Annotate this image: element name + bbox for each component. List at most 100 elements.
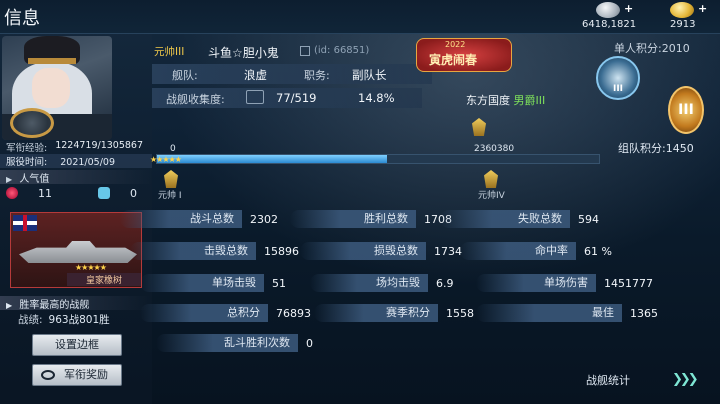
event-banner[interactable]: 2022 寅虎闹春 — [416, 38, 512, 72]
stat-value: 61 % — [584, 244, 612, 258]
stat-label: 命中率 — [460, 242, 576, 260]
chevron-right-icon[interactable]: ❯❯❯ — [672, 372, 699, 387]
rank-exp-value: 1224719/1305867 — [55, 140, 144, 151]
rank-right-label: 元帅IV — [478, 191, 505, 201]
page-title: 信息 — [4, 8, 40, 29]
best-ship-label: 胜率最高的战舰 — [19, 300, 90, 311]
service-date-label: 服役时间: — [6, 157, 48, 168]
rank-reward-button[interactable]: 军衔奖励 — [32, 364, 122, 386]
noble-title: 男爵III — [513, 94, 546, 107]
gold-coin-icon — [670, 2, 694, 18]
rank-progress-fill — [157, 155, 387, 163]
stat-value: 76893 — [276, 306, 311, 320]
stat-item: 命中率 61 % — [460, 242, 612, 260]
stat-item: 击毁总数 15896 — [130, 242, 299, 260]
collection-value: 77/519 — [276, 91, 317, 105]
stat-value: 1365 — [630, 306, 658, 320]
collection-percent: 14.8% — [358, 91, 395, 105]
team-score: 组队积分:1450 — [618, 142, 694, 155]
personal-score: 单人积分:2010 — [614, 42, 690, 55]
stat-label: 单场伤害 — [476, 274, 596, 292]
set-frame-button[interactable]: 设置边框 — [32, 334, 122, 356]
nickname: 斗鱼☆胆小鬼 — [208, 46, 279, 60]
service-date-value: 2021/05/09 — [60, 157, 115, 168]
stat-value: 51 — [272, 276, 286, 290]
stat-item: 胜利总数 1708 — [290, 210, 452, 228]
rank-title: 元帅III — [154, 46, 185, 58]
silver-coin-icon — [596, 2, 620, 18]
progress-start: 0 — [170, 144, 176, 154]
add-gold-icon[interactable]: + — [698, 2, 707, 15]
role-label: 职务: — [304, 69, 330, 82]
rank-exp-label: 军衔经验: — [6, 143, 48, 154]
stat-label: 最佳 — [476, 304, 622, 322]
ship-name: 皇家橡树 — [67, 273, 141, 286]
stat-label: 失败总数 — [440, 210, 570, 228]
stat-label: 击毁总数 — [130, 242, 256, 260]
stat-label: 乱斗胜利次数 — [156, 334, 298, 352]
stat-item: 赛季积分 1558 — [314, 304, 474, 322]
popularity-header: ▶ 人气值 — [0, 170, 152, 185]
gold-currency[interactable]: + 2913 — [662, 2, 720, 32]
stat-value: 15896 — [264, 244, 299, 258]
banner-text: 寅虎闹春 — [429, 53, 478, 67]
stat-label: 场均击毁 — [310, 274, 428, 292]
eye-icon — [41, 370, 55, 380]
collection-row: 战舰收集度: 77/519 14.8% — [152, 88, 422, 108]
popularity-row: 11 0 — [6, 184, 146, 202]
service-date-row: 服役时间: 2021/05/09 — [0, 154, 152, 168]
progress-marker-value: 2360380 — [474, 144, 515, 154]
fleet-stats-link[interactable]: 战舰统计 — [586, 372, 630, 388]
personal-badge-num: III — [612, 84, 624, 94]
personal-rank-badge-icon[interactable]: III — [596, 56, 640, 100]
stat-label: 赛季积分 — [314, 304, 438, 322]
stat-label: 胜利总数 — [290, 210, 416, 228]
fleet-row: 舰队: 浪虚 职务: 副队长 — [152, 64, 432, 84]
stat-item: 最佳 1365 — [476, 304, 658, 322]
stat-item: 乱斗胜利次数 0 — [156, 334, 313, 352]
ship-stars: ★★★★★ — [75, 263, 107, 272]
stat-item: 总积分 76893 — [140, 304, 311, 322]
sandal-icon[interactable] — [98, 187, 110, 199]
likes-count: 11 — [38, 186, 52, 200]
banner-year: 2022 — [445, 40, 466, 49]
edit-icon[interactable] — [300, 46, 310, 56]
stat-value: 594 — [578, 212, 599, 226]
avatar-frame-laurel-icon — [10, 108, 54, 138]
stat-value: 1451777 — [604, 276, 653, 290]
ship-image — [19, 241, 137, 263]
country-name: 东方国度 — [466, 94, 510, 107]
stat-label: 损毁总数 — [300, 242, 426, 260]
stat-item: 损毁总数 1734 — [300, 242, 462, 260]
stat-item: 战斗总数 2302 — [120, 210, 278, 228]
country-row: 东方国度 男爵III — [466, 92, 545, 108]
stat-label: 战斗总数 — [120, 210, 242, 228]
silver-currency[interactable]: + 6418,1821 — [582, 2, 646, 32]
stat-item: 单场击毁 51 — [140, 274, 286, 292]
stat-label: 单场击毁 — [140, 274, 264, 292]
stat-value: 0 — [306, 336, 313, 350]
team-badge-num: III — [678, 102, 694, 118]
add-silver-icon[interactable]: + — [624, 2, 633, 15]
team-rank-badge-icon[interactable]: III — [668, 86, 704, 134]
gold-amount: 2913 — [670, 19, 696, 30]
user-id: (id: 66851) — [314, 45, 370, 56]
silver-amount: 6418,1821 — [582, 19, 637, 30]
rose-icon[interactable] — [6, 187, 18, 199]
stat-value: 6.9 — [436, 276, 454, 290]
stat-item: 单场伤害 1451777 — [476, 274, 653, 292]
rank-reward-label: 军衔奖励 — [64, 368, 108, 381]
record-value: 963战801胜 — [48, 314, 110, 326]
stat-value: 2302 — [250, 212, 278, 226]
role-value: 副队长 — [352, 68, 387, 82]
record-label: 战绩: — [18, 314, 43, 326]
fleet-name[interactable]: 浪虚 — [244, 67, 267, 83]
rank-progress-bar — [156, 154, 600, 164]
rank-left-label: 元帅 I — [158, 191, 182, 201]
eye-icon[interactable] — [246, 90, 264, 104]
rank-exp-row: 军衔经验: 1224719/1305867 — [6, 140, 152, 154]
stat-item: 失败总数 594 — [440, 210, 599, 228]
stat-label: 总积分 — [140, 304, 268, 322]
fleet-label: 舰队: — [172, 69, 198, 82]
best-ship-header: ▶ 胜率最高的战舰 — [0, 296, 152, 311]
